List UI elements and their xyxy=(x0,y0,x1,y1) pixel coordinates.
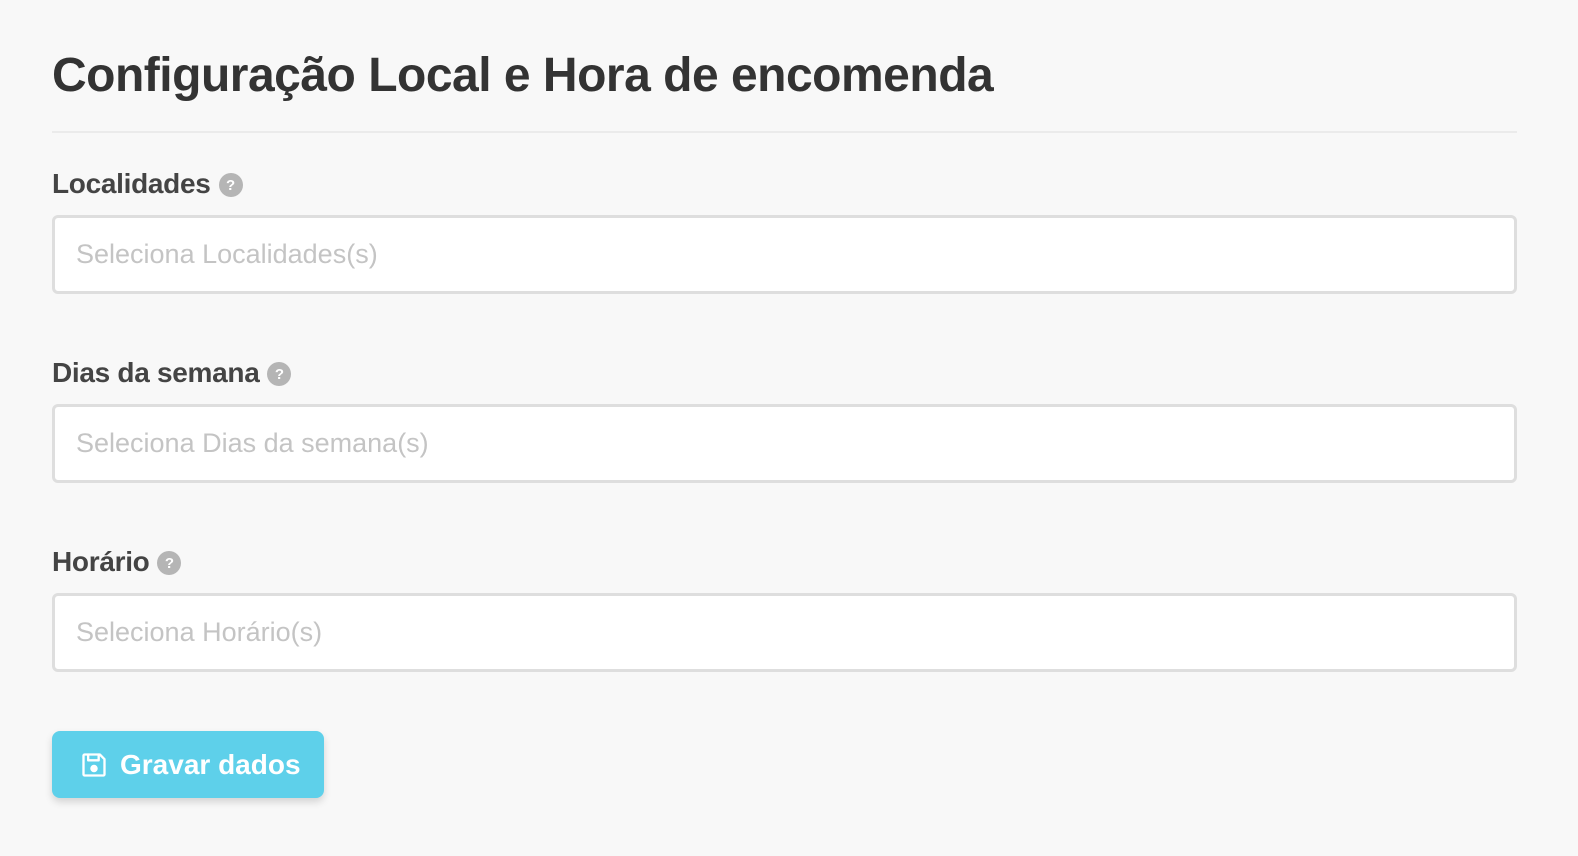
help-icon[interactable]: ? xyxy=(157,551,182,575)
floppy-disk-icon xyxy=(80,751,108,779)
localidades-label: Localidades xyxy=(52,168,211,199)
dias-semana-label-row: Dias da semana ? xyxy=(52,356,1517,390)
dias-semana-field: Dias da semana ? xyxy=(52,356,1517,483)
localidades-field: Localidades ? xyxy=(52,167,1517,294)
horario-select[interactable] xyxy=(52,593,1517,672)
help-icon[interactable]: ? xyxy=(218,173,243,197)
save-button[interactable]: Gravar dados xyxy=(52,731,324,798)
dias-semana-select[interactable] xyxy=(52,404,1517,483)
horario-field: Horário ? xyxy=(52,545,1517,672)
help-icon[interactable]: ? xyxy=(267,362,292,386)
horario-label: Horário xyxy=(52,546,150,577)
localidades-select[interactable] xyxy=(52,215,1517,294)
dias-semana-label: Dias da semana xyxy=(52,357,260,388)
page-title: Configuração Local e Hora de encomenda xyxy=(52,49,994,102)
title-divider xyxy=(52,131,1517,133)
localidades-label-row: Localidades ? xyxy=(52,167,1517,201)
save-button-label: Gravar dados xyxy=(120,748,301,780)
horario-label-row: Horário ? xyxy=(52,545,1517,579)
